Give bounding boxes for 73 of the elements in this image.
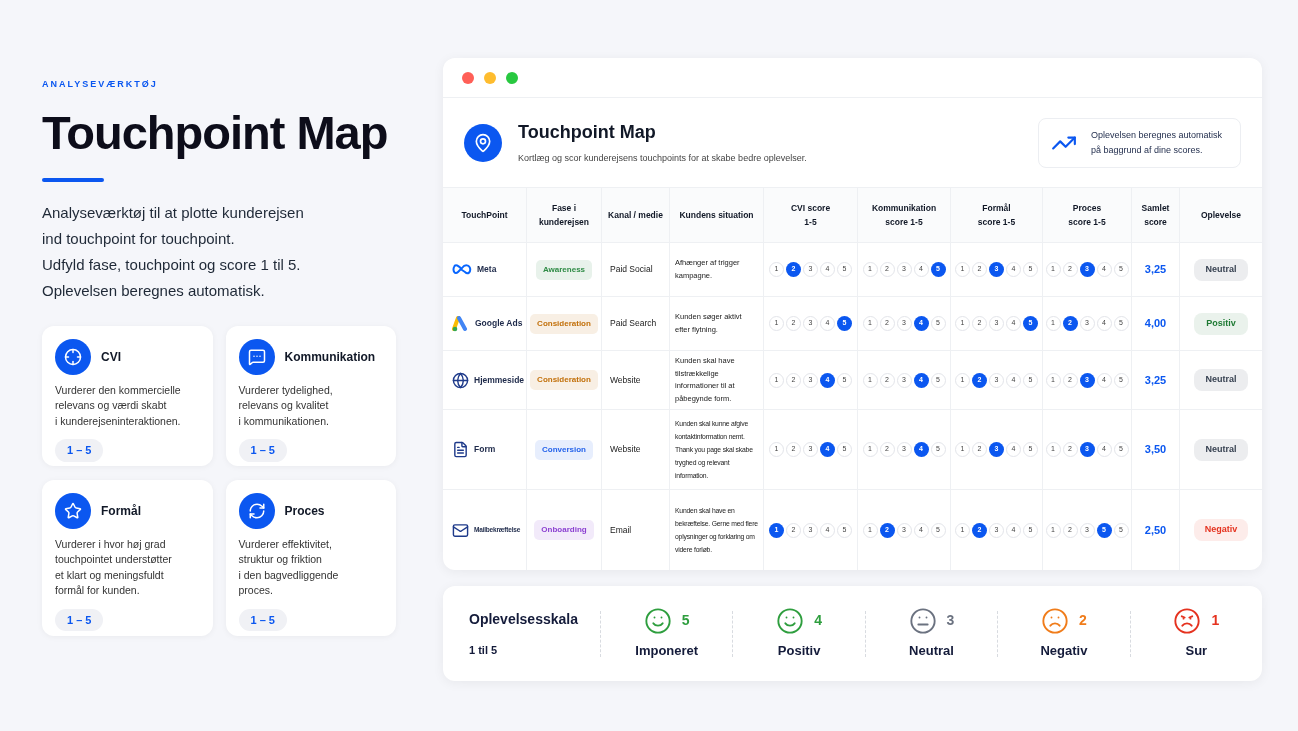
eyebrow-label: ANALYSEVÆRKTØJ	[42, 78, 159, 91]
card-description: Vurderer effektivitet, struktur og friktion i den bagvedliggende proces.	[238, 536, 340, 598]
refresh-icon	[238, 492, 275, 529]
phase-badge: Onboarding	[534, 520, 594, 540]
intro-text: Analyseværktøj til at plotte kunderejsen ind touchpoint for touchpoint. Udfyld fase, touchpoint og score 1 til 5. Oplevelsen beregnes automatisk.	[42, 202, 305, 301]
target-icon	[55, 338, 91, 375]
range-badge: 1 – 5	[55, 439, 104, 462]
channel-text: Paid Social	[610, 263, 653, 276]
channel-text: Website	[610, 443, 641, 456]
window-subtitle: Kortlæg og scor kunderejsens touchpoints for at skabe bedre oplevelser.	[518, 152, 807, 166]
column-header: Formål score 1-5	[977, 202, 1016, 229]
card-description: Vurderer i hvor høj grad touchpointet understøtter et klart og meningsfuldt formål for kunden.	[55, 536, 173, 598]
card-title: Proces	[284, 502, 325, 520]
column-header: Kanal / medie	[608, 209, 663, 222]
total-score: 3,25	[1144, 262, 1167, 278]
phase-badge: Conversion	[535, 439, 593, 460]
scale-label: Neutral	[909, 641, 954, 660]
ads-logo-icon	[452, 315, 470, 332]
info-text: Oplevelsen beregnes automatisk på baggrund af dine scores.	[1091, 128, 1223, 157]
document-icon	[452, 441, 469, 458]
map-pin-icon	[464, 123, 502, 162]
column-header: Fase i kunderejsen	[538, 202, 590, 229]
scale-number: 2	[1079, 611, 1087, 631]
column-header: Proces score 1-5	[1068, 202, 1106, 229]
touchpoint-name: Hjemmeside	[474, 373, 525, 387]
total-score: 4,00	[1144, 316, 1167, 332]
touchpoint-name: Meta	[477, 263, 497, 276]
scale-number: 5	[681, 611, 690, 631]
column-header: Oplevelse	[1200, 209, 1242, 222]
column-header: Kundens situation	[679, 209, 754, 222]
touchpoint-name: Google Ads	[475, 317, 523, 330]
phase-badge: Awareness	[535, 259, 593, 280]
scale-label: Positiv	[777, 641, 821, 660]
scale-title: Oplevelsesskala	[469, 609, 579, 629]
card-title: Formål	[101, 502, 141, 520]
card-description: Vurderer den kommercielle relevans og værdi skabt i kunderejseninteraktionen.	[55, 382, 182, 429]
phase-badge: Consideration	[530, 370, 598, 390]
scale-number: 3	[946, 611, 955, 631]
range-badge: 1 – 5	[238, 439, 287, 462]
channel-text: Paid Search	[610, 317, 657, 330]
total-score: 3,25	[1144, 372, 1167, 388]
experience-badge: Neutral	[1194, 258, 1248, 281]
scale-number: 4	[814, 611, 822, 631]
column-header: Kommunikation score 1-5	[871, 202, 937, 229]
window-title: Touchpoint Map	[518, 121, 657, 145]
total-score: 2,50	[1144, 522, 1167, 538]
column-header: TouchPoint	[461, 209, 508, 222]
channel-text: Email	[610, 523, 632, 537]
column-header: Samlet score	[1141, 202, 1170, 229]
experience-badge: Neutral	[1194, 438, 1248, 461]
title-underline	[42, 177, 104, 182]
mail-icon	[452, 521, 469, 539]
channel-text: Website	[610, 373, 641, 387]
scale-label: Imponeret	[635, 641, 699, 660]
scale-label: Sur	[1185, 641, 1208, 660]
chat-icon	[238, 338, 275, 375]
touchpoint-name: Form	[474, 443, 496, 456]
infinity-logo-icon	[452, 263, 472, 276]
range-badge: 1 – 5	[238, 608, 287, 631]
card-title: Kommunikation	[284, 348, 376, 366]
scale-label: Negativ	[1040, 641, 1088, 660]
total-score: 3,50	[1144, 442, 1167, 458]
globe-icon	[452, 371, 469, 389]
experience-badge: Neutral	[1194, 369, 1248, 391]
card-description: Vurderer tydelighed, relevans og kvalitet i kommunikationen.	[238, 382, 334, 429]
range-badge: 1 – 5	[55, 608, 104, 631]
card-title: CVI	[101, 348, 121, 366]
column-header: CVI score 1-5	[790, 202, 831, 229]
experience-badge: Negativ	[1194, 519, 1248, 541]
experience-badge: Positiv	[1194, 312, 1248, 335]
scale-subtitle: 1 til 5	[469, 642, 499, 658]
scale-number: 1	[1211, 611, 1220, 631]
phase-badge: Consideration	[530, 313, 598, 334]
